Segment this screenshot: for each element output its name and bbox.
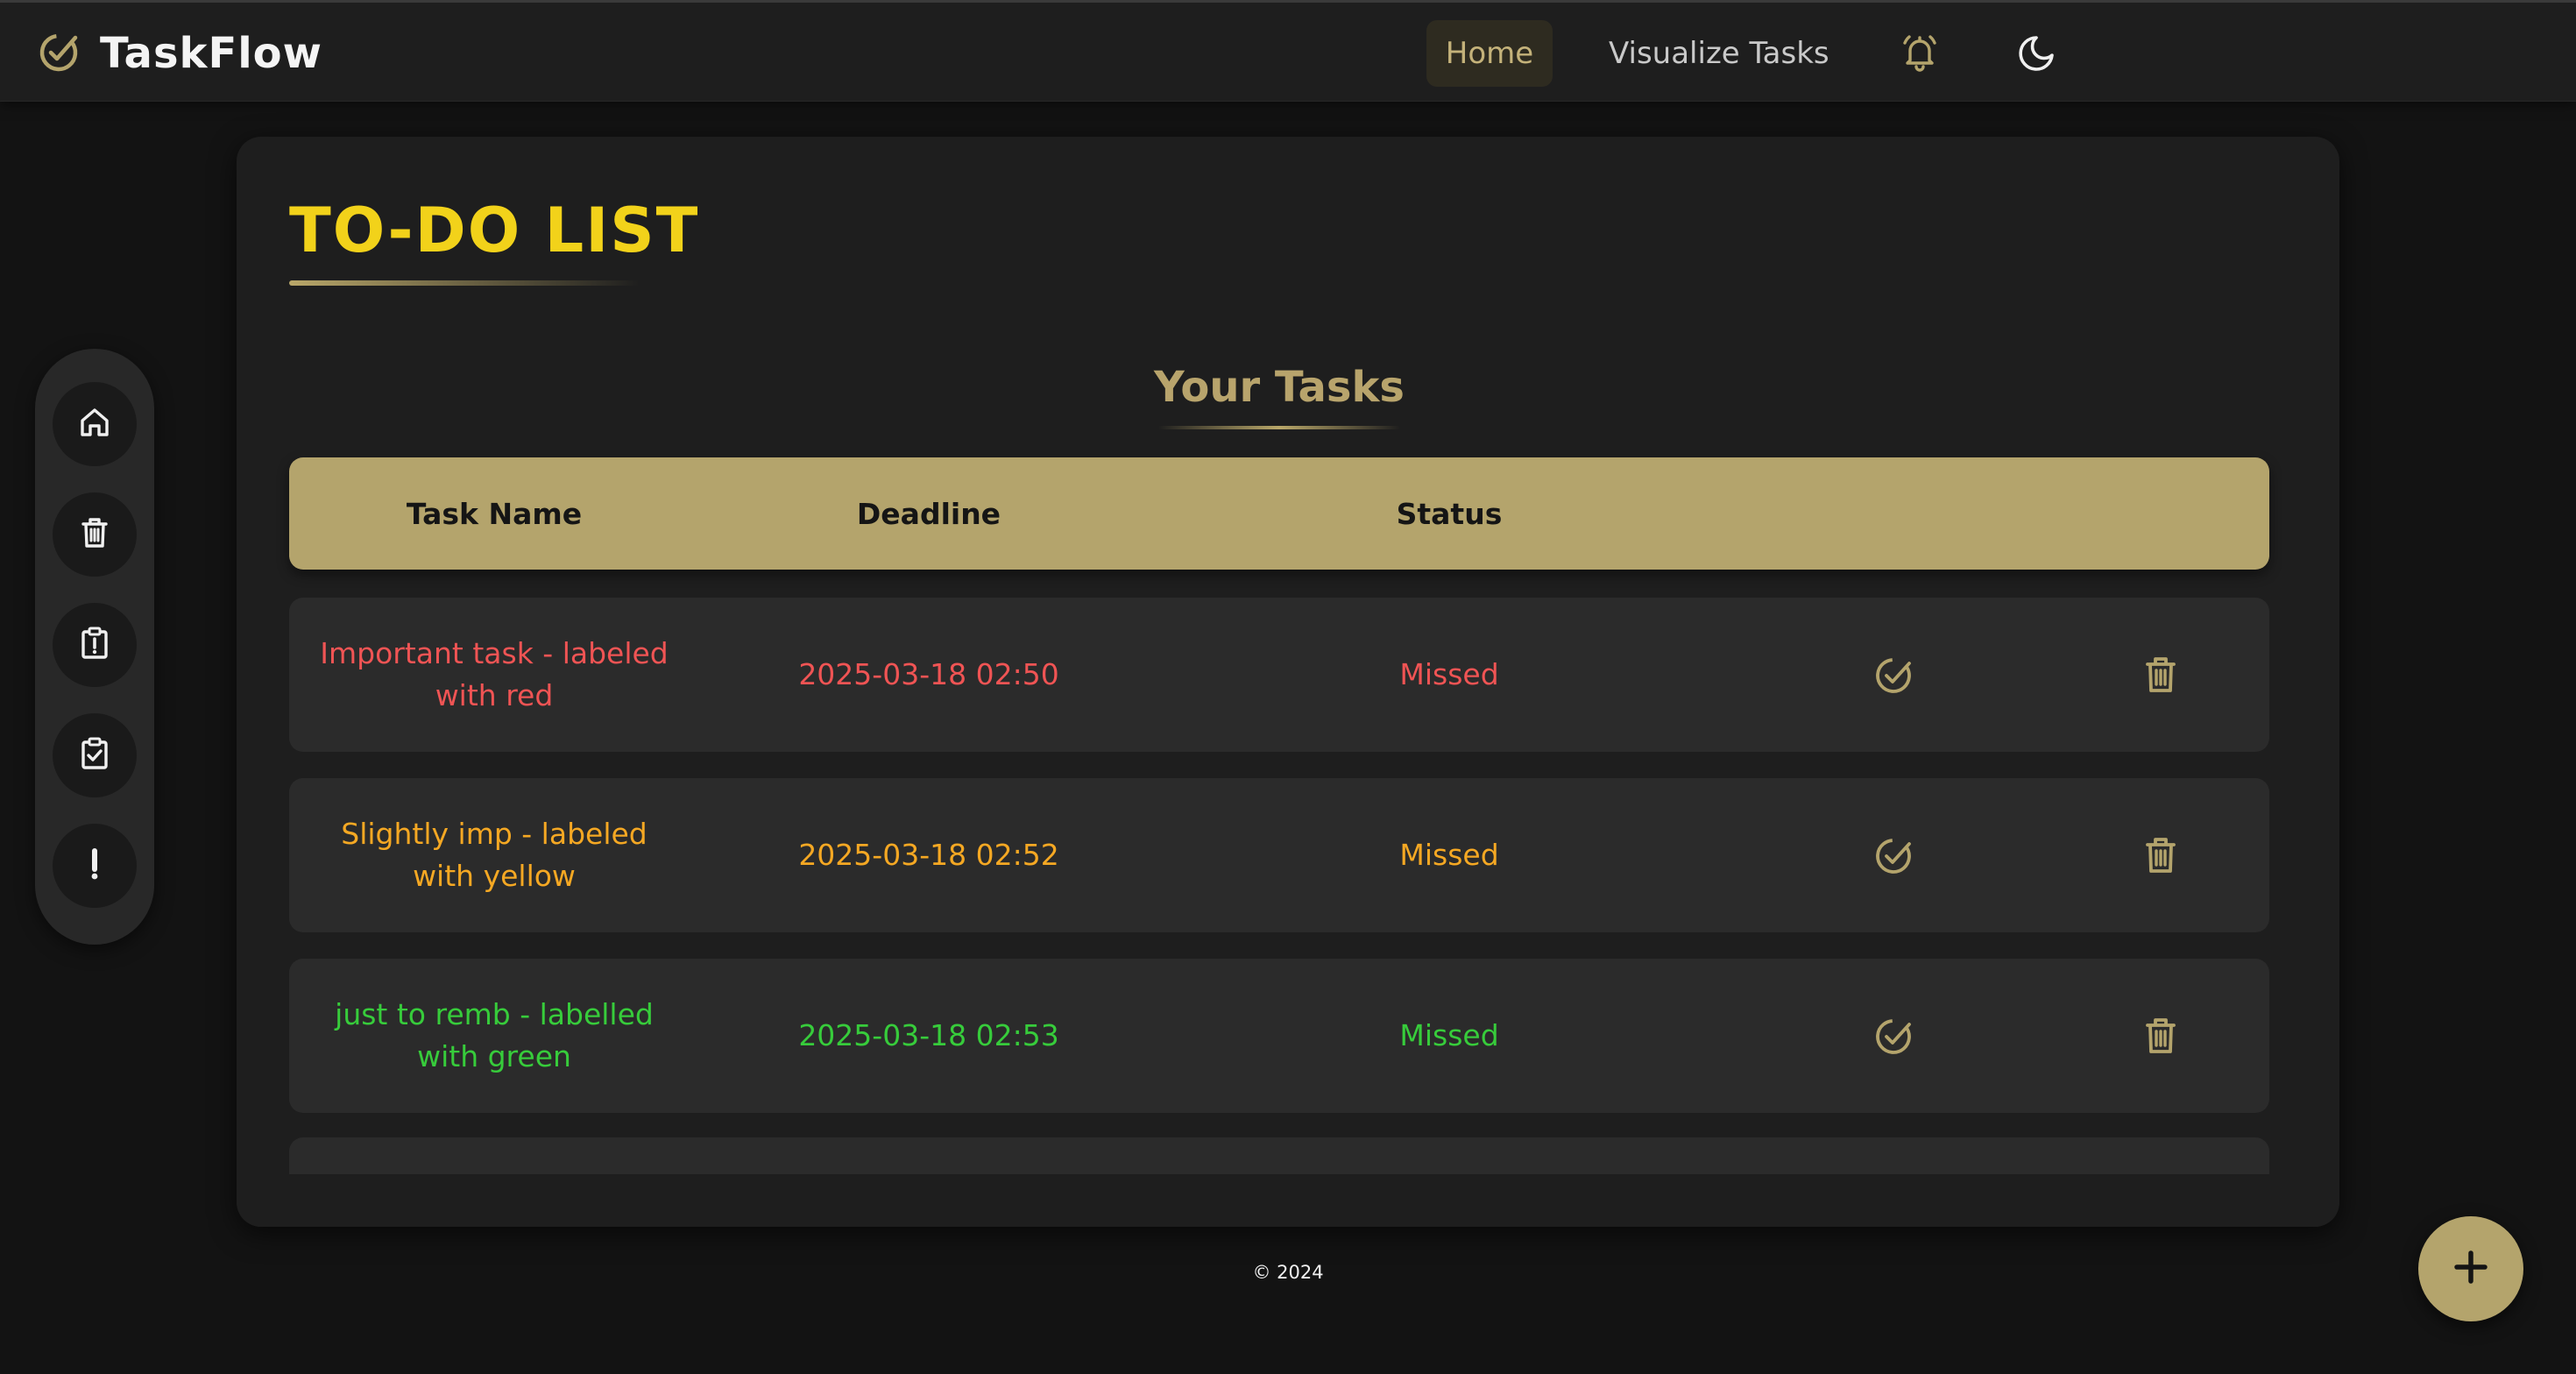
mark-complete-icon[interactable] — [1873, 834, 1915, 880]
task-row: Slightly imp - labeled with yellow 2025-… — [289, 778, 2269, 932]
task-row: just to remb - labelled with green 2025-… — [289, 959, 2269, 1113]
todo-card: TO-DO LIST Your Tasks Task Name Deadline… — [237, 137, 2339, 1227]
moon-theme-toggle-icon[interactable] — [2017, 34, 2056, 76]
bell-alarm-icon[interactable] — [1900, 32, 1940, 76]
exclamation-icon — [77, 846, 112, 885]
side-toolbar — [35, 349, 154, 945]
delete-task-icon[interactable] — [2140, 1015, 2182, 1060]
task-deadline: 2025-03-18 02:50 — [798, 657, 1059, 691]
title-underline — [289, 280, 640, 286]
sidebar-home-button[interactable] — [53, 382, 137, 466]
app-name: TaskFlow — [100, 29, 322, 78]
brand[interactable]: TaskFlow — [37, 29, 322, 78]
task-name: just to remb - labelled with green — [335, 997, 654, 1073]
trash-icon — [77, 515, 112, 554]
sidebar-trash-button[interactable] — [53, 492, 137, 577]
clipboard-alert-icon — [77, 626, 112, 664]
add-task-button[interactable] — [2418, 1216, 2523, 1321]
clipboard-check-icon — [77, 736, 112, 775]
task-status: Missed — [1399, 657, 1499, 691]
top-navbar: TaskFlow Home Visualize Tasks — [0, 0, 2576, 102]
delete-task-icon[interactable] — [2140, 654, 2182, 699]
sidebar-alert-button[interactable] — [53, 824, 137, 908]
task-row: Important task - labeled with red 2025-0… — [289, 598, 2269, 752]
mark-complete-icon[interactable] — [1873, 654, 1915, 699]
task-status: Missed — [1399, 838, 1499, 872]
task-deadline: 2025-03-18 02:53 — [798, 1018, 1059, 1052]
task-name: Slightly imp - labeled with yellow — [341, 817, 648, 893]
mark-complete-icon[interactable] — [1873, 1015, 1915, 1060]
table-header: Task Name Deadline Status — [289, 457, 2269, 570]
delete-task-icon[interactable] — [2140, 834, 2182, 880]
section-underline — [1158, 426, 1400, 429]
page-title: TO-DO LIST — [289, 195, 700, 266]
scroll-clip — [237, 1174, 2339, 1227]
plus-icon — [2452, 1248, 2490, 1290]
sidebar-completed-button[interactable] — [53, 713, 137, 797]
check-circle-logo-icon — [37, 30, 81, 77]
task-name: Important task - labeled with red — [320, 636, 669, 712]
home-icon — [77, 405, 112, 443]
task-status: Missed — [1399, 1018, 1499, 1052]
nav-visualize-tasks-link[interactable]: Visualize Tasks — [1595, 20, 1844, 87]
footer-copyright: © 2024 — [1252, 1262, 1324, 1283]
section-title: Your Tasks — [1154, 363, 1405, 412]
column-header-task-name: Task Name — [406, 496, 583, 531]
task-deadline: 2025-03-18 02:52 — [798, 838, 1059, 872]
column-header-deadline: Deadline — [856, 496, 1001, 531]
column-header-status: Status — [1396, 496, 1503, 531]
sidebar-important-button[interactable] — [53, 603, 137, 687]
nav-home-link[interactable]: Home — [1426, 20, 1553, 87]
